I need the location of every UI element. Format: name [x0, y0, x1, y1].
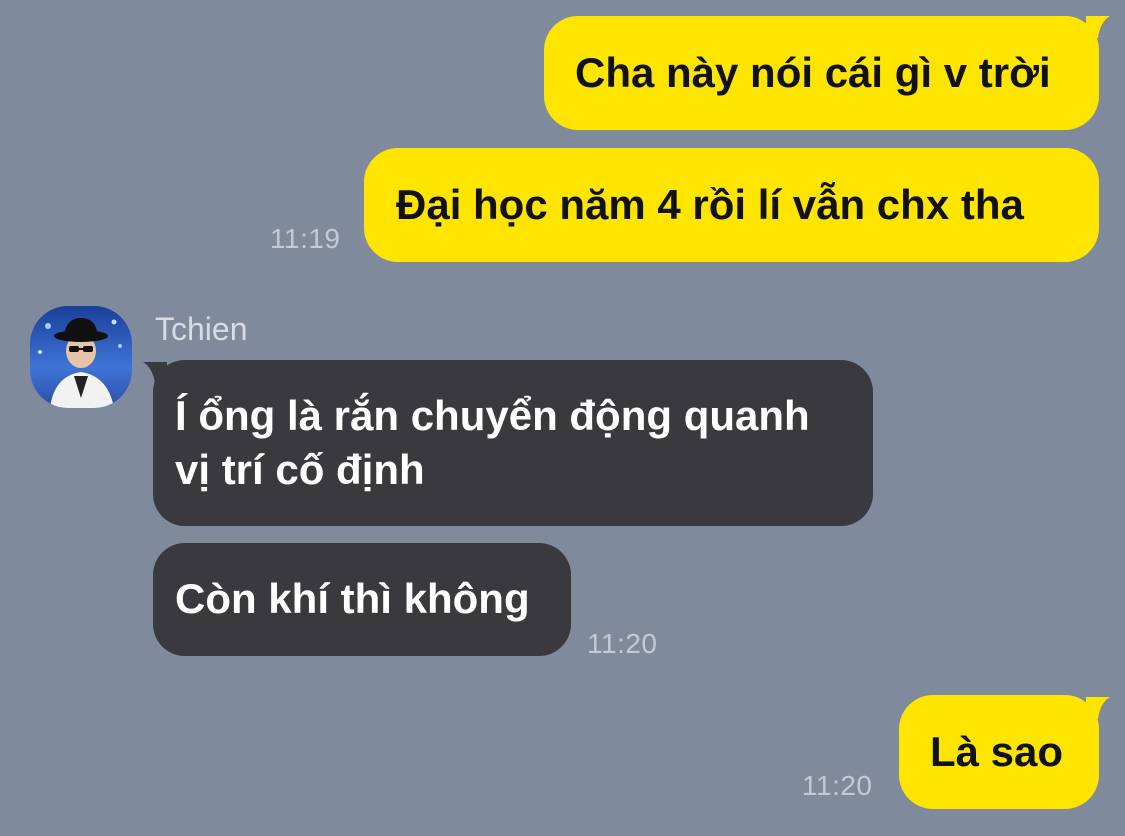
- bubble-tail: [1086, 697, 1110, 719]
- message-timestamp: 11:20: [802, 770, 873, 801]
- message-text-line: Í ổng là rắn chuyển động quanh: [175, 392, 810, 439]
- message-text: Cha này nói cái gì v trời: [575, 49, 1051, 96]
- message-text: Đại học năm 4 rồi lí vẫn chx tha: [396, 181, 1024, 228]
- incoming-message-bubble[interactable]: Còn khí thì không: [153, 543, 571, 656]
- message-text: Còn khí thì không: [175, 575, 530, 622]
- sender-name: Tchien: [155, 311, 248, 347]
- message-timestamp: 11:19: [270, 223, 341, 254]
- chat-thread: Cha này nói cái gì v trời Đại học năm 4 …: [0, 0, 1125, 836]
- outgoing-message-bubble[interactable]: Đại học năm 4 rồi lí vẫn chx tha: [364, 148, 1099, 262]
- message-text-line: vị trí cố định: [175, 446, 425, 493]
- message-timestamp: 11:20: [587, 628, 658, 659]
- outgoing-message-bubble[interactable]: Là sao: [899, 695, 1099, 809]
- incoming-message-bubble[interactable]: Í ổng là rắn chuyển động quanh vị trí cố…: [153, 360, 873, 526]
- outgoing-message-bubble[interactable]: Cha này nói cái gì v trời: [544, 16, 1099, 130]
- sender-avatar[interactable]: [30, 306, 132, 408]
- bubble-tail: [1086, 16, 1110, 38]
- avatar-photo-icon: [30, 306, 132, 408]
- message-text: Là sao: [930, 728, 1064, 775]
- bubble-tail: [143, 362, 167, 384]
